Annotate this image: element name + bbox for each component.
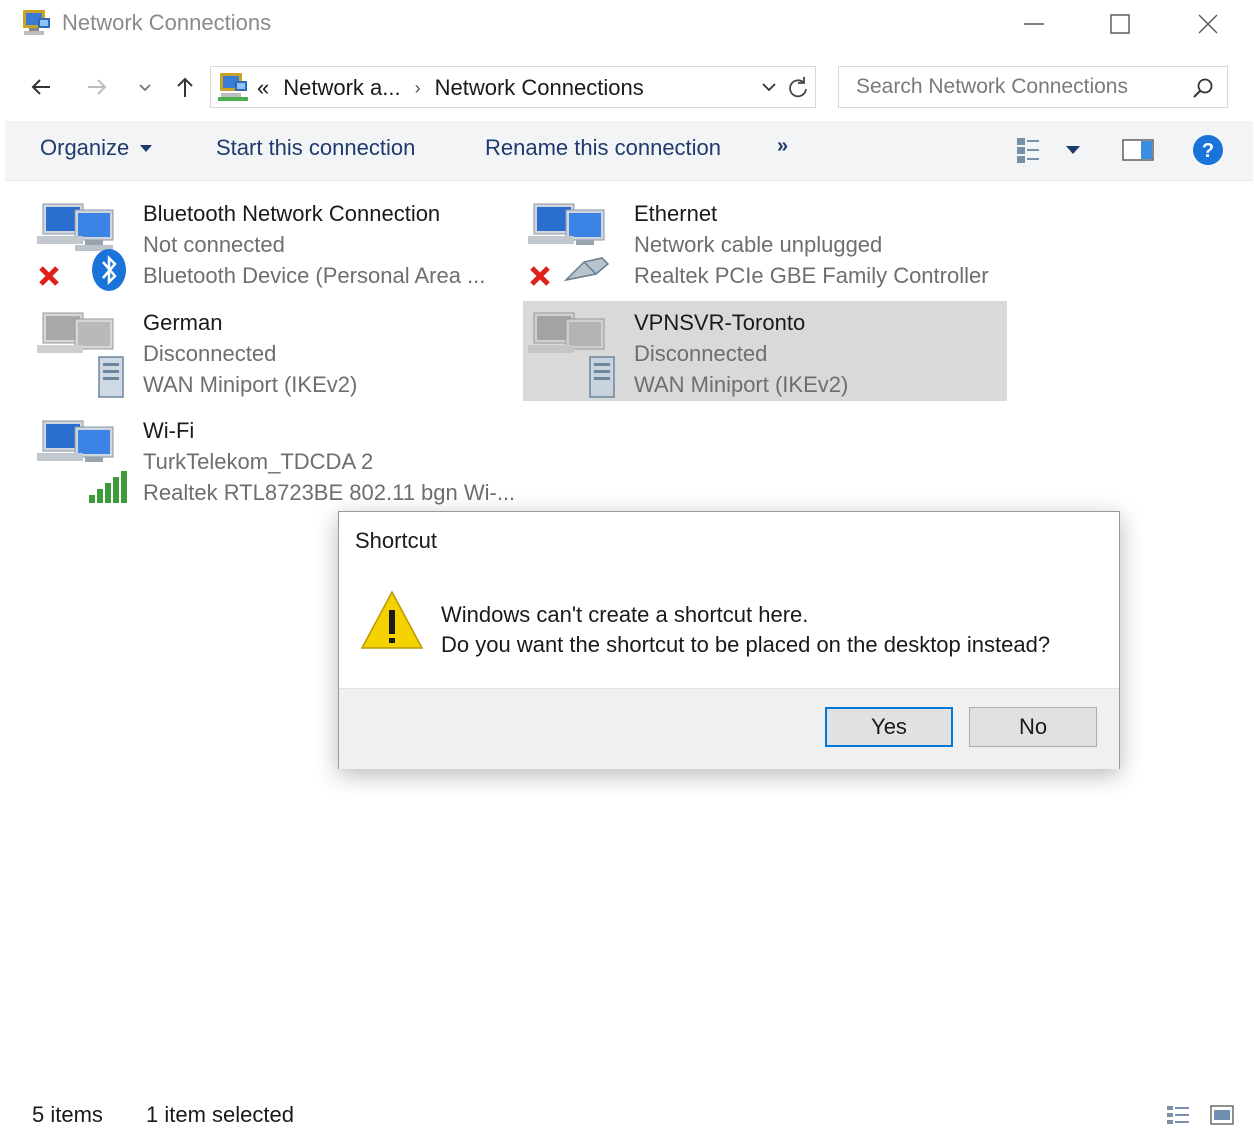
close-icon bbox=[1198, 14, 1218, 34]
close-button[interactable] bbox=[1178, 4, 1238, 44]
breadcrumb-overflow[interactable]: « bbox=[257, 75, 269, 101]
no-button[interactable]: No bbox=[969, 707, 1097, 747]
caret-down-icon bbox=[140, 145, 153, 152]
preview-pane-icon bbox=[1122, 139, 1154, 161]
item-count: 5 items bbox=[32, 1102, 103, 1127]
dialog-footer: Yes No bbox=[339, 688, 1119, 769]
command-bar: Organize Start this connection Rename th… bbox=[5, 121, 1253, 181]
connection-status: Disconnected bbox=[143, 341, 277, 366]
minimize-icon bbox=[1024, 23, 1044, 25]
yes-button[interactable]: Yes bbox=[825, 707, 953, 747]
minimize-button[interactable] bbox=[1004, 4, 1064, 44]
connection-name: Wi-Fi bbox=[143, 418, 195, 443]
details-view-icon[interactable] bbox=[1166, 1104, 1190, 1126]
refresh-icon[interactable] bbox=[785, 74, 811, 100]
dialog-message-line2: Do you want the shortcut to be placed on… bbox=[441, 632, 1051, 657]
maximize-button[interactable] bbox=[1090, 4, 1150, 44]
breadcrumb: « Network a... › Network Connections bbox=[257, 75, 644, 101]
network-location-icon bbox=[218, 73, 248, 101]
vpn-network-icon bbox=[528, 312, 615, 398]
status-bar: 5 items 1 item selected bbox=[0, 1100, 1254, 1130]
dialog-message-line1: Windows can't create a shortcut here. bbox=[441, 602, 809, 627]
up-button[interactable] bbox=[168, 70, 202, 104]
selected-count: 1 item selected bbox=[146, 1102, 294, 1127]
large-icons-view-icon[interactable] bbox=[1210, 1104, 1234, 1126]
breadcrumb-item-network[interactable]: Network a... bbox=[283, 75, 400, 101]
connection-text: VPNSVR-Toronto Disconnected WAN Miniport… bbox=[634, 307, 848, 400]
preview-pane-button[interactable] bbox=[1121, 133, 1155, 167]
connection-text: Bluetooth Network Connection Not connect… bbox=[143, 198, 485, 291]
connection-status: TurkTelekom_TDCDA 2 bbox=[143, 449, 374, 474]
rename-connection-button[interactable]: Rename this connection bbox=[485, 135, 721, 161]
connection-status: Disconnected bbox=[634, 341, 768, 366]
caret-down-icon bbox=[1066, 146, 1080, 154]
search-input[interactable] bbox=[839, 67, 1179, 107]
connection-text: German Disconnected WAN Miniport (IKEv2) bbox=[143, 307, 357, 400]
navigation-bar: « Network a... › Network Connections bbox=[0, 60, 1254, 114]
address-dropdown-icon[interactable] bbox=[757, 75, 781, 99]
view-options-dropdown[interactable] bbox=[1065, 133, 1081, 167]
connection-name: German bbox=[143, 310, 223, 335]
arrow-left-icon bbox=[31, 79, 50, 95]
connection-name: Bluetooth Network Connection bbox=[143, 201, 441, 226]
connection-status: Network cable unplugged bbox=[634, 232, 883, 257]
connection-item-vpnsvr-toronto[interactable]: VPNSVR-Toronto Disconnected WAN Miniport… bbox=[523, 301, 1007, 401]
arrow-right-icon bbox=[88, 79, 107, 95]
back-button[interactable] bbox=[24, 70, 58, 104]
bluetooth-network-icon bbox=[37, 203, 126, 291]
dialog-message: Windows can't create a shortcut here. Do… bbox=[441, 600, 1050, 660]
connection-device: Realtek RTL8723BE 802.11 bgn Wi-... bbox=[143, 480, 516, 505]
breadcrumb-item-network-connections[interactable]: Network Connections bbox=[435, 75, 644, 101]
connection-device: WAN Miniport (IKEv2) bbox=[634, 372, 849, 397]
shortcut-dialog: Shortcut Windows can't create a shortcut… bbox=[338, 511, 1120, 769]
help-button[interactable]: ? bbox=[1191, 133, 1225, 167]
vpn-network-icon bbox=[37, 312, 124, 398]
connection-text: Wi-Fi TurkTelekom_TDCDA 2 Realtek RTL872… bbox=[143, 415, 515, 508]
help-icon: ? bbox=[1193, 135, 1223, 165]
chevron-down-icon bbox=[139, 84, 151, 92]
connection-item-german[interactable]: German Disconnected WAN Miniport (IKEv2) bbox=[25, 301, 509, 401]
change-view-button[interactable] bbox=[1015, 133, 1049, 167]
maximize-icon bbox=[1110, 14, 1130, 34]
connection-item-ethernet[interactable]: Ethernet Network cable unplugged Realtek… bbox=[516, 192, 1000, 292]
connection-item-bluetooth[interactable]: Bluetooth Network Connection Not connect… bbox=[25, 192, 509, 292]
ethernet-network-icon bbox=[528, 203, 610, 286]
connection-status: Not connected bbox=[143, 232, 285, 257]
connection-text: Ethernet Network cable unplugged Realtek… bbox=[634, 198, 989, 291]
chevron-right-icon[interactable]: › bbox=[415, 78, 421, 99]
dialog-title: Shortcut bbox=[355, 528, 437, 553]
connection-device: WAN Miniport (IKEv2) bbox=[143, 372, 358, 397]
connection-device: Bluetooth Device (Personal Area ... bbox=[143, 263, 486, 288]
connection-name: VPNSVR-Toronto bbox=[634, 310, 806, 335]
warning-icon bbox=[360, 590, 424, 649]
search-box[interactable] bbox=[838, 66, 1228, 108]
start-connection-button[interactable]: Start this connection bbox=[216, 135, 415, 161]
details-view-icon bbox=[1017, 138, 1039, 163]
connection-device: Realtek PCIe GBE Family Controller bbox=[634, 263, 989, 288]
window-title: Network Connections bbox=[62, 10, 272, 35]
connection-name: Ethernet bbox=[634, 201, 718, 226]
search-icon[interactable] bbox=[1191, 76, 1215, 100]
arrow-up-icon bbox=[177, 77, 193, 97]
wifi-network-icon bbox=[37, 420, 127, 503]
recent-locations-button[interactable] bbox=[130, 70, 160, 104]
connection-item-wifi[interactable]: Wi-Fi TurkTelekom_TDCDA 2 Realtek RTL872… bbox=[25, 409, 515, 509]
organize-menu[interactable]: Organize bbox=[40, 135, 153, 161]
forward-button[interactable] bbox=[80, 70, 114, 104]
address-bar[interactable]: « Network a... › Network Connections bbox=[210, 66, 816, 108]
network-connections-app-icon bbox=[23, 10, 50, 35]
network-connections-window: Network Connections « Network a... › Net… bbox=[0, 0, 1254, 1130]
svg-text:?: ? bbox=[1202, 140, 1214, 162]
organize-label: Organize bbox=[40, 135, 130, 160]
more-commands-button[interactable]: » bbox=[777, 135, 788, 158]
title-bar: Network Connections bbox=[0, 0, 1254, 48]
